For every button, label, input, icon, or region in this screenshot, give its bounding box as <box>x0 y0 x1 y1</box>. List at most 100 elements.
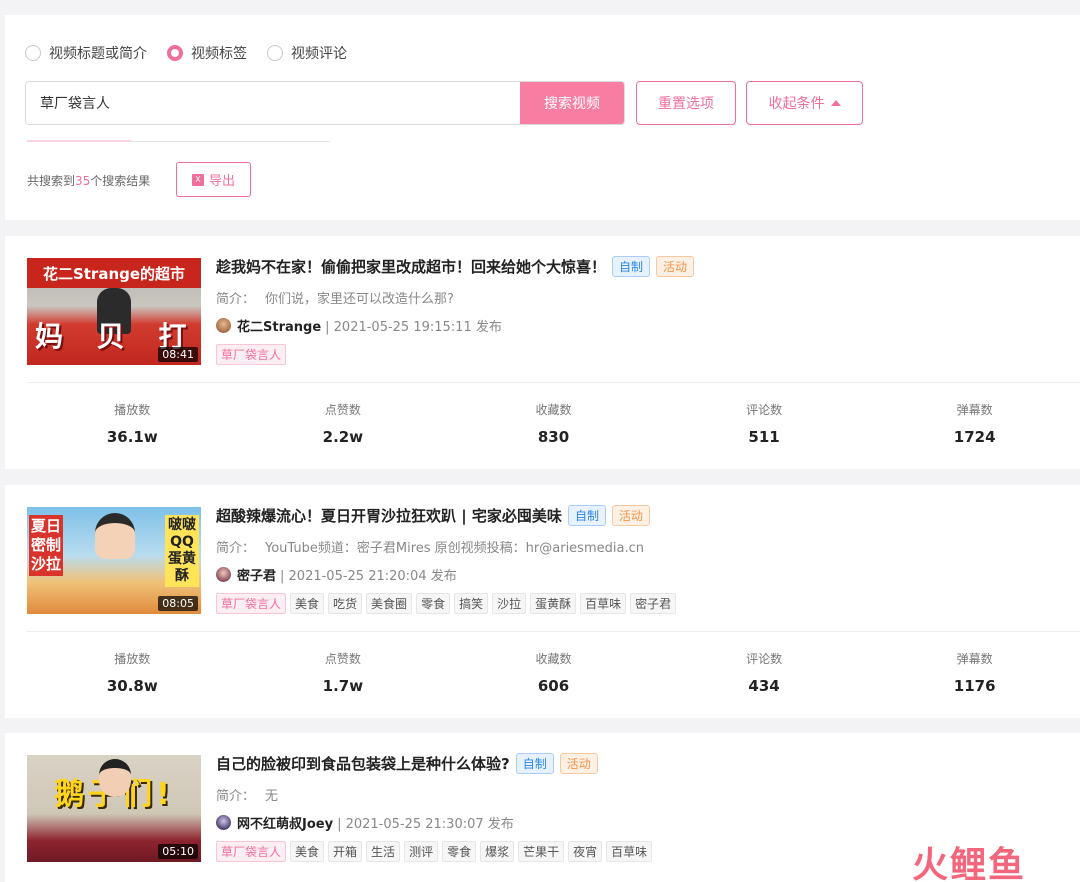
stat-comment: 评论数 511 <box>746 403 783 446</box>
tag[interactable]: 美食圈 <box>366 593 413 614</box>
radio-dot <box>25 45 41 61</box>
video-author: 密子君 | 2021-05-25 21:20:04 发布 <box>216 565 457 584</box>
video-intro: 简介： YouTube频道：密子君Mires 原创视频投稿：hr@ariesmed… <box>216 541 644 556</box>
video-author: 网不红萌叔Joey | 2021-05-25 21:30:07 发布 <box>216 813 514 832</box>
avatar[interactable] <box>216 318 231 333</box>
stat-play: 播放数 30.8w <box>106 652 158 695</box>
tag[interactable]: 夜宵 <box>568 841 603 862</box>
video-thumbnail[interactable]: 花二Strange的超市 妈 贝 打 08:41 <box>27 258 201 365</box>
radio-label: 视频评论 <box>291 46 347 62</box>
collapse-label: 收起条件 <box>768 96 825 112</box>
stat-favorite: 收藏数 606 <box>535 652 572 695</box>
watermark-logo: 火鲤鱼 <box>912 845 1027 882</box>
tag[interactable]: 芒果干 <box>518 841 565 862</box>
export-button[interactable]: X 导出 <box>176 162 251 197</box>
tag[interactable]: 密子君 <box>630 593 677 614</box>
video-intro: 简介：无 <box>216 789 279 804</box>
search-button[interactable]: 搜索视频 <box>520 82 624 124</box>
tag[interactable]: 美食 <box>290 593 325 614</box>
author-name[interactable]: 密子君 <box>237 565 276 584</box>
tag[interactable]: 吃货 <box>328 593 363 614</box>
export-label: 导出 <box>208 174 235 189</box>
tag[interactable]: 测评 <box>404 841 439 862</box>
person-figure <box>99 759 131 797</box>
radio-dot <box>267 45 283 61</box>
reset-button[interactable]: 重置选项 <box>636 81 736 125</box>
video-title[interactable]: 趁我妈不在家！偷偷把家里改成超市！回来给她个大惊喜！ 自制 活动 <box>216 256 695 277</box>
video-intro: 简介： 你们说，家里还可以改造什么那? <box>216 292 454 307</box>
thumbnail-caption-right: 啵啵QQ蛋黄酥 <box>165 515 199 587</box>
active-indicator <box>27 140 131 142</box>
radio-tags[interactable]: 视频标签 <box>167 43 247 63</box>
thumbnail-caption-left: 夏日密制沙拉 <box>29 515 63 576</box>
author-name[interactable]: 花二Strange <box>237 316 321 335</box>
author-name[interactable]: 网不红萌叔Joey <box>237 813 333 832</box>
publish-time: | 2021-05-25 19:15:11 发布 <box>325 320 502 335</box>
stat-comment: 评论数 434 <box>746 652 783 695</box>
tag[interactable]: 零食 <box>416 593 451 614</box>
radio-dot <box>167 45 183 61</box>
activity-badge: 活动 <box>559 753 598 774</box>
self-made-badge: 自制 <box>612 256 651 277</box>
excel-icon: X <box>191 173 204 186</box>
publish-time: | 2021-05-25 21:30:07 发布 <box>337 817 514 832</box>
search-box: 搜索视频 <box>25 81 625 125</box>
tag[interactable]: 草厂袋言人 <box>216 344 287 365</box>
self-made-badge: 自制 <box>515 753 554 774</box>
tag-list: 草厂袋言人 美食 吃货 美食圈 零食 搞笑 沙拉 蛋黄酥 百草味 密子君 <box>216 593 680 614</box>
publish-time: | 2021-05-25 21:20:04 发布 <box>280 569 457 584</box>
tag[interactable]: 零食 <box>442 841 477 862</box>
activity-badge: 活动 <box>656 256 695 277</box>
tag[interactable]: 蛋黄酥 <box>530 593 577 614</box>
tag[interactable]: 开箱 <box>328 841 363 862</box>
radio-title-intro[interactable]: 视频标题或简介 <box>25 43 147 63</box>
caret-up-icon <box>830 100 841 106</box>
video-stats: 播放数 36.1w 点赞数 2.2w 收藏数 830 评论数 511 弹幕数 1724 <box>27 401 1080 446</box>
divider <box>27 631 1080 632</box>
result-count-number: 35 <box>75 174 91 188</box>
divider <box>27 382 1080 383</box>
tag[interactable]: 爆浆 <box>480 841 515 862</box>
search-scope-radios: 视频标题或简介 视频标签 视频评论 <box>25 43 367 63</box>
result-count: 共搜索到35个搜索结果 <box>27 174 151 188</box>
video-duration: 05:10 <box>158 844 198 859</box>
video-card: 花二Strange的超市 妈 贝 打 08:41 趁我妈不在家！偷偷把家里改成超… <box>5 236 1080 469</box>
tag[interactable]: 草厂袋言人 <box>216 593 287 614</box>
tag[interactable]: 百草味 <box>606 841 653 862</box>
video-thumbnail[interactable]: 鹅子们! 05:10 <box>27 755 201 862</box>
video-title[interactable]: 自己的脸被印到食品包装袋上是种什么体验? 自制 活动 <box>216 753 598 774</box>
radio-label: 视频标签 <box>191 46 247 62</box>
stat-play: 播放数 36.1w <box>106 403 158 446</box>
tag[interactable]: 搞笑 <box>454 593 489 614</box>
self-made-badge: 自制 <box>567 505 606 526</box>
avatar[interactable] <box>216 567 231 582</box>
tag[interactable]: 美食 <box>290 841 325 862</box>
tag[interactable]: 沙拉 <box>492 593 527 614</box>
video-title[interactable]: 超酸辣爆流心！夏日开胃沙拉狂欢趴 | 宅家必囤美味 自制 活动 <box>216 505 650 526</box>
video-stats: 播放数 30.8w 点赞数 1.7w 收藏数 606 评论数 434 弹幕数 1176 <box>27 650 1080 695</box>
search-panel: 视频标题或简介 视频标签 视频评论 搜索视频 重置选项 收起条件 共搜索到35个… <box>5 15 1080 220</box>
stat-like: 点赞数 1.7w <box>322 652 364 695</box>
radio-comments[interactable]: 视频评论 <box>267 43 347 63</box>
collapse-button[interactable]: 收起条件 <box>746 81 863 125</box>
stat-favorite: 收藏数 830 <box>535 403 572 446</box>
video-duration: 08:41 <box>158 347 198 362</box>
tag-list: 草厂袋言人 <box>216 344 290 365</box>
search-input[interactable] <box>26 82 520 124</box>
radio-label: 视频标题或简介 <box>49 46 147 62</box>
thumbnail-caption-top: 花二Strange的超市 <box>27 258 201 288</box>
activity-badge: 活动 <box>611 505 650 526</box>
stat-danmaku: 弹幕数 1724 <box>953 403 996 446</box>
video-duration: 08:05 <box>158 596 198 611</box>
video-thumbnail[interactable]: 夏日密制沙拉 啵啵QQ蛋黄酥 08:05 <box>27 507 201 614</box>
avatar[interactable] <box>216 815 231 830</box>
tag[interactable]: 生活 <box>366 841 401 862</box>
video-card: 夏日密制沙拉 啵啵QQ蛋黄酥 08:05 超酸辣爆流心！夏日开胃沙拉狂欢趴 | … <box>5 485 1080 718</box>
tag[interactable]: 草厂袋言人 <box>216 841 287 862</box>
video-author: 花二Strange | 2021-05-25 19:15:11 发布 <box>216 316 502 335</box>
tag[interactable]: 百草味 <box>580 593 627 614</box>
stat-like: 点赞数 2.2w <box>322 403 364 446</box>
tag-list: 草厂袋言人 美食 开箱 生活 测评 零食 爆浆 芒果干 夜宵 百草味 <box>216 841 656 862</box>
stat-danmaku: 弹幕数 1176 <box>953 652 996 695</box>
person-figure <box>95 513 135 559</box>
